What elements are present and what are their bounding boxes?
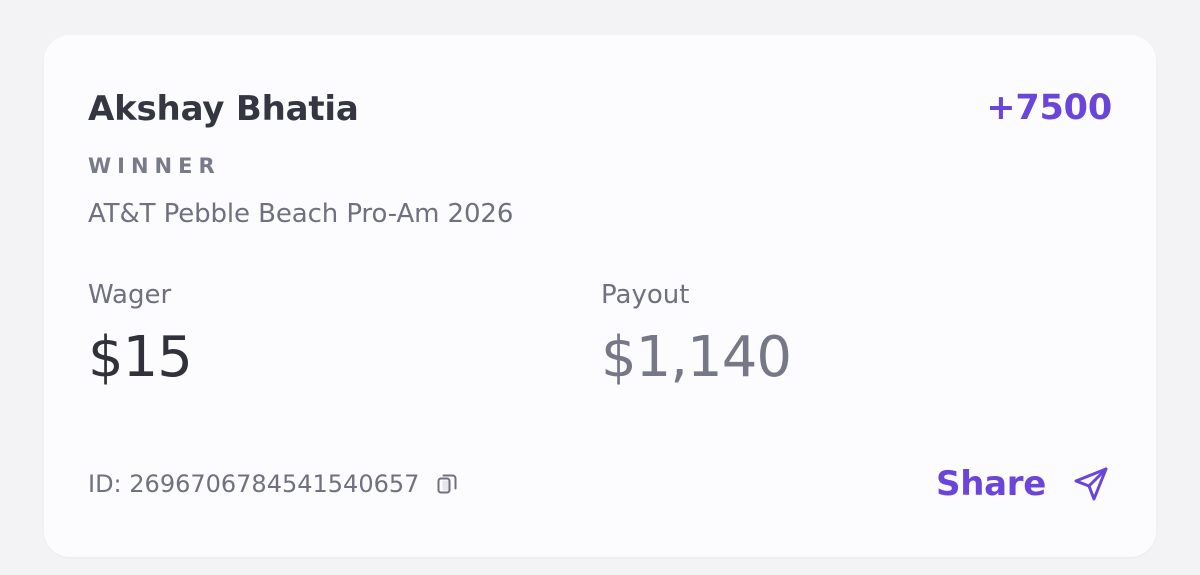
bet-card: Akshay Bhatia +7500 WINNER AT&T Pebble B… (44, 35, 1156, 557)
payout-section: Payout $1,140 (601, 279, 792, 390)
send-icon (1070, 463, 1112, 505)
copy-icon[interactable] (433, 470, 461, 498)
bet-id-text: ID: 2696706784541540657 (88, 470, 420, 498)
event-name: AT&T Pebble Beach Pro-Am 2026 (88, 199, 514, 229)
payout-label: Payout (601, 280, 690, 310)
share-label: Share (936, 464, 1046, 504)
market-label: WINNER (88, 154, 221, 178)
bet-id-row: ID: 2696706784541540657 (88, 468, 461, 500)
wager-amount: $15 (88, 325, 193, 390)
odds-value: +7500 (986, 88, 1112, 128)
wager-section: Wager $15 (88, 279, 193, 390)
payout-amount: $1,140 (601, 325, 792, 390)
wager-label: Wager (88, 280, 172, 310)
player-name: Akshay Bhatia (88, 89, 359, 129)
share-button[interactable]: Share (936, 463, 1112, 505)
